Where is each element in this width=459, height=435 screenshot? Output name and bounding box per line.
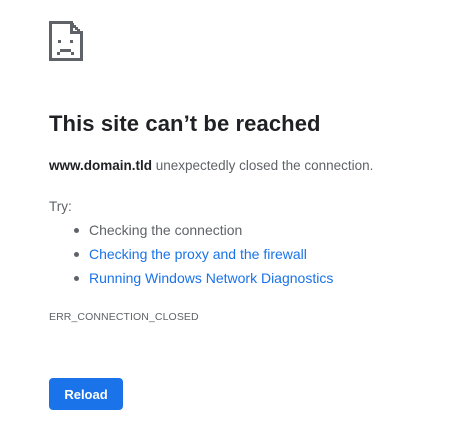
error-code: ERR_CONNECTION_CLOSED bbox=[49, 311, 199, 323]
suggestion-list: Checking the connection Checking the pro… bbox=[49, 222, 333, 294]
domain-name: www.domain.tld bbox=[49, 158, 152, 173]
reload-button[interactable]: Reload bbox=[49, 378, 123, 410]
check-proxy-firewall-link[interactable]: Checking the proxy and the firewall bbox=[89, 246, 307, 262]
error-message: www.domain.tld unexpectedly closed the c… bbox=[49, 158, 373, 173]
try-label: Try: bbox=[49, 199, 72, 214]
suggestion-run-diagnostics: Running Windows Network Diagnostics bbox=[49, 270, 333, 294]
suggestion-check-connection: Checking the connection bbox=[49, 222, 333, 246]
network-diagnostics-link[interactable]: Running Windows Network Diagnostics bbox=[89, 270, 333, 286]
sad-page-icon bbox=[49, 21, 83, 61]
error-description: unexpectedly closed the connection. bbox=[155, 158, 374, 173]
page-title: This site can’t be reached bbox=[49, 111, 321, 136]
suggestion-label: Checking the connection bbox=[89, 222, 243, 238]
suggestion-check-proxy-firewall: Checking the proxy and the firewall bbox=[49, 246, 333, 270]
